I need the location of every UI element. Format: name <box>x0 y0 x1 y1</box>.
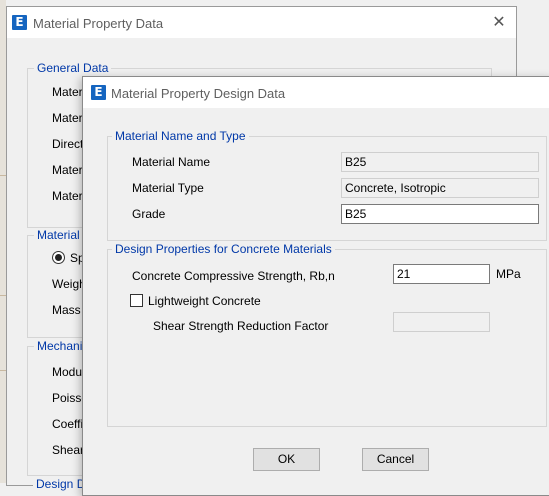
material-name-type-group: Material Name and Type Material Name B25… <box>107 129 547 241</box>
cancel-button[interactable]: Cancel <box>362 448 429 471</box>
material-name-label: Material Name <box>132 155 211 169</box>
row-label: Materi <box>52 85 86 99</box>
shear-factor-label: Shear Strength Reduction Factor <box>153 319 329 333</box>
lightweight-concrete-label: Lightweight Concrete <box>148 294 261 308</box>
grade-input[interactable]: B25 <box>341 204 539 224</box>
material-type-label: Material Type <box>132 181 204 195</box>
row-label: Materi <box>52 189 86 203</box>
close-icon[interactable]: ✕ <box>490 13 508 31</box>
design-properties-group: Design Properties for Concrete Materials… <box>107 242 547 427</box>
dialog-title: Material Property Data <box>33 16 164 31</box>
group-legend: Design D <box>33 477 89 491</box>
lightweight-concrete-checkbox[interactable] <box>130 294 143 307</box>
material-property-design-data-dialog: E Material Property Design Data Material… <box>82 76 549 496</box>
strength-label: Concrete Compressive Strength, Rb,n <box>132 269 335 283</box>
app-icon: E <box>12 15 27 30</box>
strength-unit: MPa <box>496 267 521 281</box>
grade-label: Grade <box>132 207 166 221</box>
row-label: Materi <box>52 111 86 125</box>
row-label: Shear <box>52 443 85 457</box>
title-bar[interactable]: E Material Property Design Data <box>83 77 549 108</box>
row-label: Directi <box>52 137 87 151</box>
group-legend: Design Properties for Concrete Materials <box>112 242 335 256</box>
row-label: Materi <box>52 163 86 177</box>
ok-button[interactable]: OK <box>253 448 320 471</box>
title-bar[interactable]: E Material Property Data ✕ <box>7 7 516 38</box>
row-label: Weigh <box>52 277 86 291</box>
strength-input[interactable]: 21 <box>393 264 490 284</box>
material-type-field: Concrete, Isotropic <box>341 178 539 198</box>
group-legend: General Data <box>34 61 112 75</box>
app-icon: E <box>91 85 106 100</box>
dialog-title: Material Property Design Data <box>111 86 286 101</box>
shear-factor-input <box>393 312 490 332</box>
group-legend: Material Name and Type <box>112 129 249 143</box>
specify-weight-radio[interactable] <box>52 251 65 264</box>
material-name-field: B25 <box>341 152 539 172</box>
